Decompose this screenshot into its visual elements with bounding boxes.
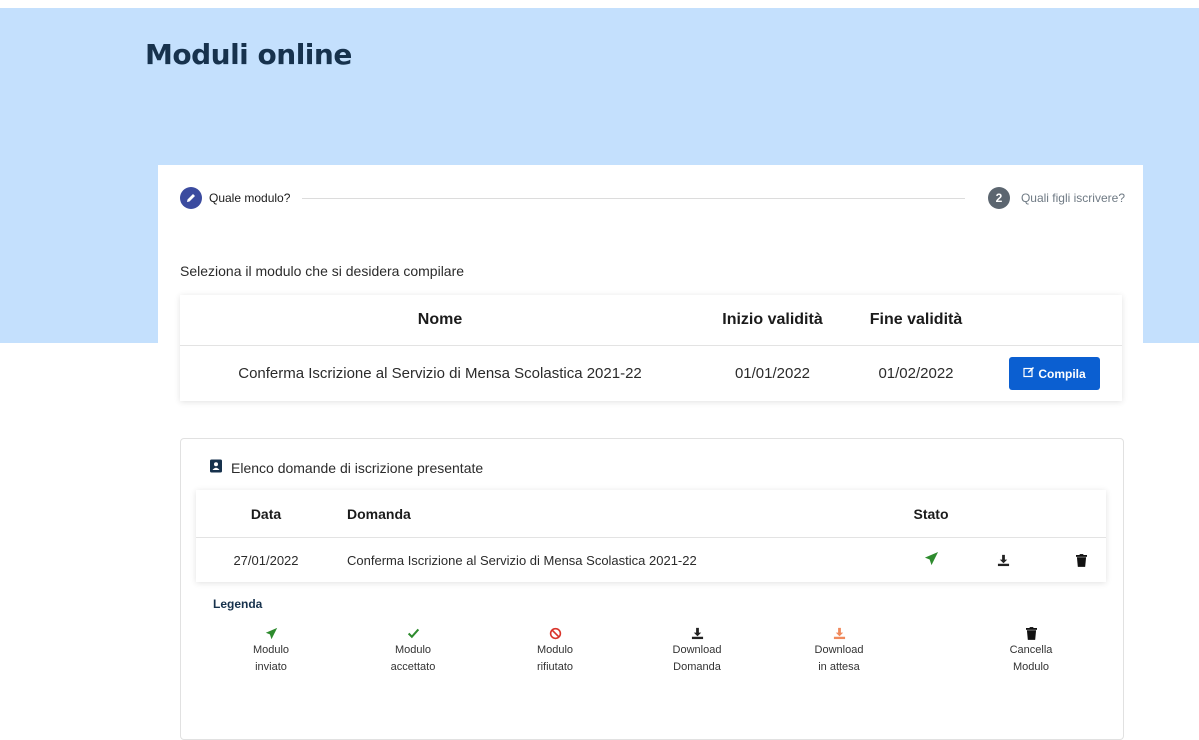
legend-label-line2: accettato — [390, 661, 436, 673]
table-row: Conferma Iscrizione al Servizio di Mensa… — [180, 346, 1122, 401]
domande-panel: Elenco domande di iscrizione presentate … — [180, 438, 1124, 740]
legend-label-line2: Modulo — [1012, 661, 1050, 673]
legenda-title: Legenda — [213, 597, 263, 611]
modulo-inizio-validita: 01/01/2022 — [734, 365, 811, 382]
compila-button-label: Compila — [1038, 366, 1086, 381]
column-header-stato: Stato — [913, 505, 949, 522]
wizard-card: Quale modulo? 2 Quali figli iscrivere? S… — [158, 165, 1143, 740]
legend-label-line2: inviato — [255, 661, 287, 673]
column-header-inizio-validita: Inizio validità — [722, 311, 823, 328]
modulo-action-cell: Compila — [987, 346, 1122, 401]
domande-title-text: Elenco domande di iscrizione presentate — [231, 459, 484, 476]
domande-table: Data Domanda Stato 27/01/2022 Conferma I… — [196, 490, 1106, 582]
paper-plane-icon — [265, 627, 277, 640]
paper-plane-icon — [924, 551, 939, 569]
step-1-label: Quale modulo? — [209, 191, 291, 205]
trash-icon[interactable] — [1075, 553, 1087, 567]
stepper-divider — [302, 198, 965, 199]
trash-icon — [1025, 627, 1037, 640]
domanda-stato — [886, 538, 976, 582]
step-2-number: 2 — [988, 187, 1010, 209]
column-header-nome: Nome — [417, 311, 463, 328]
stepper: Quale modulo? 2 Quali figli iscrivere? — [180, 187, 1125, 211]
legend-label-line1: Modulo — [394, 644, 432, 656]
modulo-nome: Conferma Iscrizione al Servizio di Mensa… — [238, 365, 642, 382]
domande-table-header: Data Domanda Stato — [196, 490, 1106, 538]
column-header-fine-validita: Fine validità — [869, 311, 963, 328]
domanda-nome: Conferma Iscrizione al Servizio di Mensa… — [347, 552, 697, 568]
download-icon — [691, 627, 703, 640]
domanda-data: 27/01/2022 — [233, 552, 299, 568]
edit-icon — [1023, 366, 1035, 381]
page-title: Moduli online — [145, 38, 352, 71]
check-icon — [407, 628, 419, 639]
modulo-fine-validita: 01/02/2022 — [878, 365, 954, 382]
domanda-download-cell — [976, 538, 1031, 582]
select-module-instruction: Seleziona il modulo che si desidera comp… — [180, 263, 465, 279]
compila-button[interactable]: Compila — [1009, 357, 1100, 390]
domanda-delete-cell — [1056, 538, 1106, 582]
legend-item-modulo-rifiutato: Modulo rifiutato — [500, 627, 610, 676]
ban-icon — [549, 627, 561, 640]
legend-item-modulo-inviato: Modulo inviato — [216, 627, 326, 676]
legend-label-line1: Modulo — [252, 644, 290, 656]
legend-label-line1: Download — [672, 644, 722, 656]
legend-label-line1: Cancella — [1009, 644, 1053, 656]
domande-panel-title: Elenco domande di iscrizione presentate — [209, 459, 483, 476]
legend-item-download-domanda: Download Domanda — [642, 627, 752, 676]
pencil-icon — [180, 187, 202, 209]
moduli-table: Nome Inizio validità Fine validità Confe… — [180, 295, 1122, 401]
legend-label-line1: Download — [814, 644, 864, 656]
legend-label-line1: Modulo — [536, 644, 574, 656]
moduli-table-header: Nome Inizio validità Fine validità — [180, 295, 1122, 346]
table-row: 27/01/2022 Conferma Iscrizione al Serviz… — [196, 538, 1106, 582]
download-pending-icon — [833, 627, 845, 640]
address-book-icon — [209, 459, 223, 476]
column-header-data: Data — [250, 505, 282, 522]
download-icon[interactable] — [997, 554, 1010, 567]
legend-item-download-in-attesa: Download in attesa — [784, 627, 894, 676]
legend-item-cancella-modulo: Cancella Modulo — [976, 627, 1086, 676]
step-2-label: Quali figli iscrivere? — [1020, 191, 1125, 205]
column-header-domanda: Domanda — [347, 505, 411, 522]
legend-label-line2: Domanda — [673, 661, 721, 673]
legend-label-line2: in attesa — [818, 661, 860, 673]
legend-label-line2: rifiutato — [536, 661, 574, 673]
legend-item-modulo-accettato: Modulo accettato — [358, 627, 468, 676]
